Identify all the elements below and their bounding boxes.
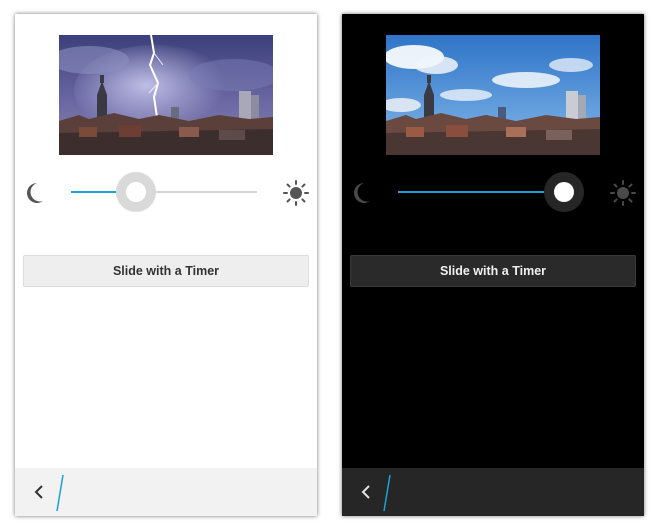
dark-theme-screen: Slide with a Timer xyxy=(342,14,644,516)
moon-icon xyxy=(27,183,43,203)
light-theme-screen: Slide with a Timer xyxy=(15,14,317,516)
brightness-slider-thumb[interactable] xyxy=(544,172,584,212)
sun-icon xyxy=(283,180,309,206)
action-bar xyxy=(342,468,644,516)
back-chevron-icon[interactable] xyxy=(358,482,374,502)
back-chevron-icon[interactable] xyxy=(31,482,47,502)
slider-thumb-core xyxy=(126,182,146,202)
sun-icon xyxy=(610,180,636,206)
sunny-city-photo xyxy=(386,35,600,155)
brightness-slider-fill xyxy=(398,191,564,193)
brightness-slider-thumb[interactable] xyxy=(116,172,156,212)
action-bar-divider xyxy=(56,474,64,512)
action-bar-divider xyxy=(383,474,391,512)
storm-city-photo xyxy=(59,35,273,155)
action-bar xyxy=(15,468,317,516)
slide-with-timer-button[interactable]: Slide with a Timer xyxy=(23,255,309,287)
slide-with-timer-button[interactable]: Slide with a Timer xyxy=(350,255,636,287)
moon-icon xyxy=(354,183,370,203)
slider-thumb-core xyxy=(554,182,574,202)
